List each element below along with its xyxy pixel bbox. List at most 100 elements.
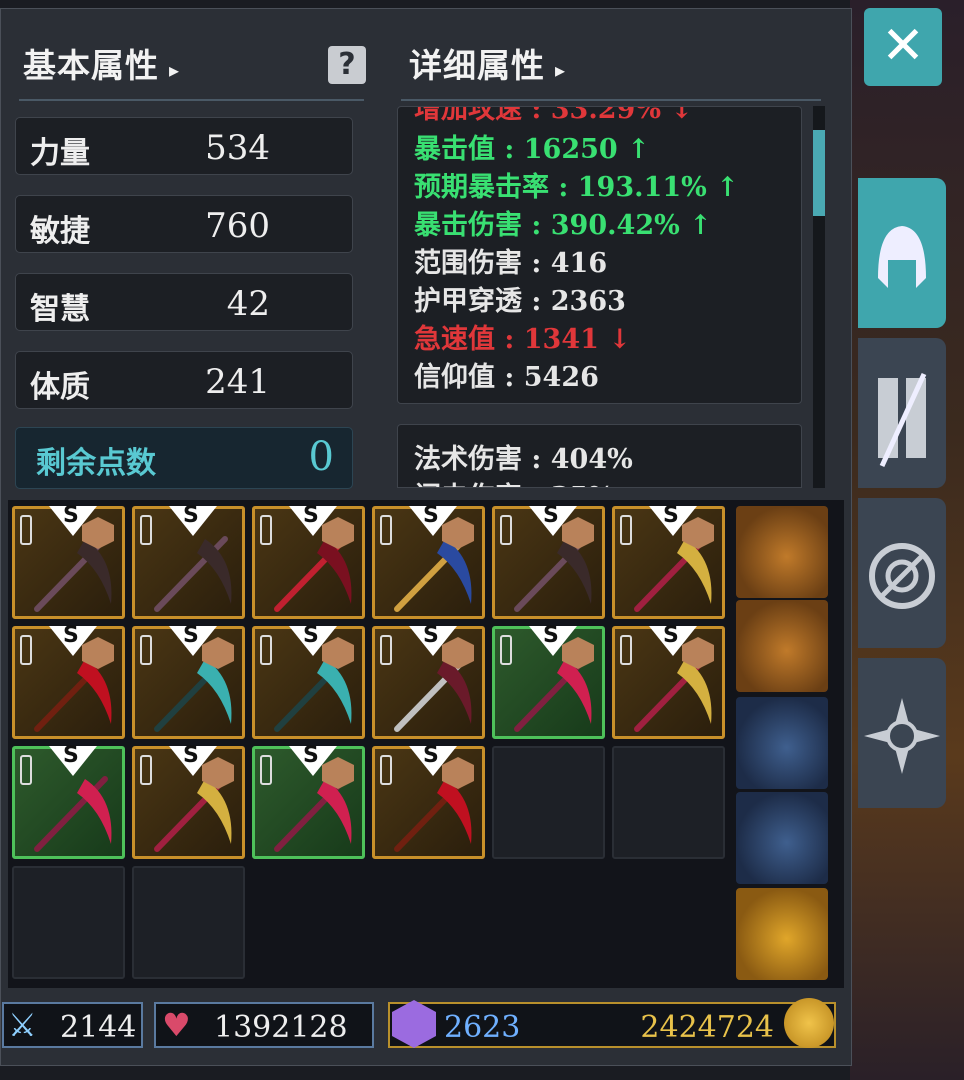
help-icon[interactable]: ? [328, 46, 366, 84]
lock-icon[interactable] [20, 635, 32, 665]
scrollbar-thumb[interactable] [813, 130, 825, 216]
grade-label: S [663, 503, 679, 528]
inventory-slot[interactable]: S [12, 503, 125, 619]
detail-line: 闪电伤害 : 35% [414, 475, 614, 487]
gold-backpack-icon[interactable] [736, 888, 828, 980]
lock-icon[interactable] [140, 515, 152, 545]
tab-skills[interactable] [858, 338, 946, 488]
brown-backpack-icon[interactable] [736, 506, 828, 598]
lock-icon[interactable] [380, 515, 392, 545]
stat-label: 力量 [30, 136, 90, 171]
stat-label: 敏捷 [30, 214, 90, 249]
empty-slot[interactable] [132, 866, 245, 979]
detail-line: 信仰值 : 5426 [414, 362, 599, 393]
tab-target[interactable] [858, 498, 946, 648]
gem-value: 2623 [444, 1010, 521, 1045]
inventory-slot[interactable]: S [492, 623, 605, 739]
helmet-icon [878, 226, 926, 288]
lock-icon[interactable] [140, 755, 152, 785]
divider [401, 99, 821, 101]
grade-label: S [543, 503, 559, 528]
gold-value: 2424724 [640, 1010, 774, 1045]
gem-icon [392, 1000, 436, 1048]
currency-bar: 2623 2424724 [388, 998, 836, 1048]
lock-icon[interactable] [620, 635, 632, 665]
stat-value: 534 [205, 128, 270, 168]
inventory-slot[interactable]: S [372, 623, 485, 739]
gold-coin-icon [784, 998, 834, 1048]
inventory-slot[interactable]: S [252, 743, 365, 859]
inventory-slot[interactable]: S [132, 503, 245, 619]
detail-line: 范围伤害 : 416 [414, 248, 608, 279]
inventory-slot[interactable]: S [612, 503, 725, 619]
grade-label: S [303, 623, 319, 648]
tab-compass[interactable] [858, 658, 946, 808]
inventory-slot[interactable]: S [132, 623, 245, 739]
detail-line: 急速值 : 1341 ↓ [414, 324, 631, 355]
lock-icon[interactable] [260, 755, 272, 785]
stat-value: 760 [205, 206, 270, 246]
grade-label: S [303, 503, 319, 528]
lock-icon[interactable] [260, 635, 272, 665]
inventory-slot[interactable]: S [612, 623, 725, 739]
detail-line: 暴击伤害 : 390.42% ↑ [414, 210, 712, 241]
grade-label: S [663, 623, 679, 648]
empty-slot[interactable] [12, 866, 125, 979]
inventory-slot[interactable]: S [252, 503, 365, 619]
lock-icon[interactable] [260, 515, 272, 545]
close-button[interactable]: ✕ [864, 8, 942, 86]
remaining-label: 剩余点数 [36, 446, 156, 481]
lock-icon[interactable] [620, 515, 632, 545]
lock-icon[interactable] [500, 515, 512, 545]
divider [19, 99, 364, 101]
grade-label: S [183, 743, 199, 768]
detail-stats-list-2[interactable]: 法术伤害 : 404% 闪电伤害 : 35% [397, 424, 802, 488]
detail-line: 增加攻速 : 33.29% ↓ [414, 106, 693, 125]
inventory-slot[interactable]: S [492, 503, 605, 619]
grade-label: S [423, 743, 439, 768]
inventory-slot[interactable]: S [372, 743, 485, 859]
grade-label: S [303, 743, 319, 768]
inventory-slot[interactable]: S [132, 743, 245, 859]
grade-label: S [183, 623, 199, 648]
lock-icon[interactable] [500, 635, 512, 665]
detail-line: 暴击值 : 16250 ↑ [414, 134, 650, 165]
empty-slot[interactable] [612, 746, 725, 859]
grade-label: S [423, 503, 439, 528]
power-value: 2144 [60, 1010, 137, 1045]
blue-backpack-icon[interactable] [736, 792, 828, 884]
tab-equipment[interactable] [858, 178, 946, 328]
lock-icon[interactable] [20, 755, 32, 785]
stat-label: 智慧 [30, 292, 90, 327]
grade-label: S [543, 623, 559, 648]
lock-icon[interactable] [380, 755, 392, 785]
hp-value: 1392128 [214, 1010, 348, 1045]
empty-slot[interactable] [492, 746, 605, 859]
stat-agility: 敏捷 760 [15, 195, 353, 253]
remaining-value: 0 [308, 434, 334, 480]
inventory-slot[interactable]: S [252, 623, 365, 739]
basic-attributes-title[interactable]: 基本属性 ▸ [23, 39, 180, 87]
grade-label: S [183, 503, 199, 528]
lock-icon[interactable] [140, 635, 152, 665]
stat-value: 241 [205, 362, 270, 402]
grade-label: S [423, 623, 439, 648]
blue-backpack-icon[interactable] [736, 697, 828, 789]
inventory-slot[interactable]: S [372, 503, 485, 619]
lock-icon[interactable] [20, 515, 32, 545]
brown-backpack-icon[interactable] [736, 600, 828, 692]
grade-label: S [63, 503, 79, 528]
target-icon [869, 543, 935, 609]
lock-icon[interactable] [380, 635, 392, 665]
hp-counter: ♥ 1392128 [154, 1002, 374, 1048]
gloves-icon [878, 372, 927, 468]
remaining-points: 剩余点数 0 [15, 427, 353, 489]
stat-value: 42 [226, 284, 270, 324]
detail-stats-list[interactable]: 增加攻速 : 33.29% ↓ 暴击值 : 16250 ↑ 预期暴击率 : 19… [397, 106, 802, 404]
inventory-slot[interactable]: S [12, 743, 125, 859]
inventory-slot[interactable]: S [12, 623, 125, 739]
stat-constitution: 体质 241 [15, 351, 353, 409]
detail-attributes-title[interactable]: 详细属性 ▸ [409, 39, 566, 87]
grade-label: S [63, 743, 79, 768]
grade-label: S [63, 623, 79, 648]
